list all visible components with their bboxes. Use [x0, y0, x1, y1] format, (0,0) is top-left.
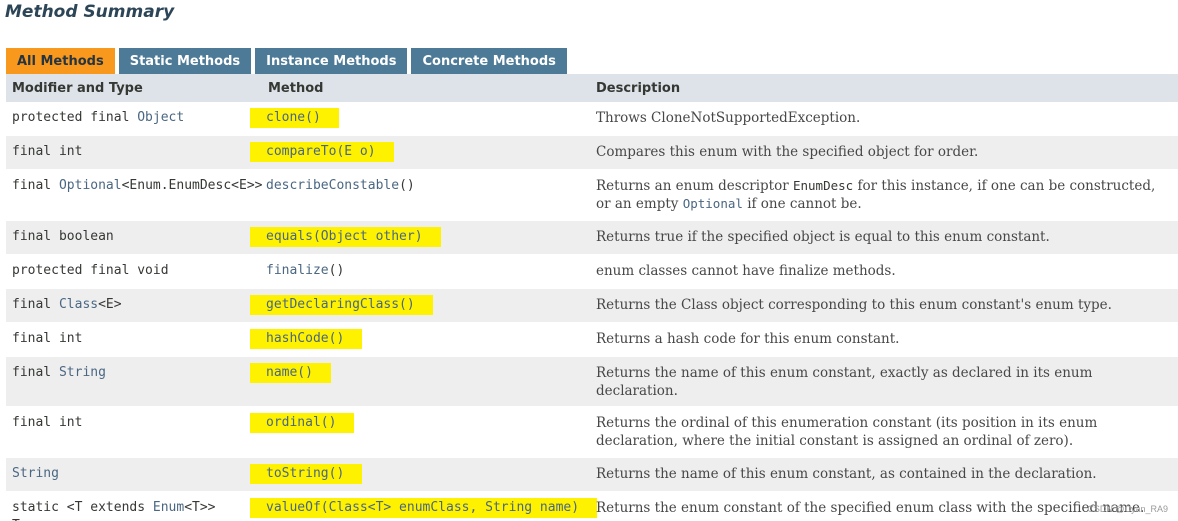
modifier-cell: final boolean — [6, 220, 262, 255]
section-title: Method Summary — [5, 2, 175, 22]
table-header-row: Modifier and Type Method Description — [6, 74, 1178, 102]
type-link[interactable]: String — [12, 466, 59, 481]
watermark: CSDN @Cyan_RA9 — [1087, 504, 1168, 514]
modifier-cell: protected final Object — [6, 102, 262, 136]
modifier-cell: String — [6, 457, 262, 492]
description-cell: Returns true if the specified object is … — [590, 220, 1178, 255]
modifier-cell: final int — [6, 322, 262, 357]
table-row: static <T extends Enum<T>>T valueOf(Clas… — [6, 491, 1178, 521]
description-text: Returns an enum descriptor — [596, 178, 793, 194]
table-row: String toString() Returns the name of th… — [6, 457, 1178, 492]
table-row: protected final void finalize() enum cla… — [6, 254, 1178, 289]
description-cell: Returns the Class object corresponding t… — [590, 288, 1178, 323]
table-row: final Optional<Enum.EnumDesc<E>> describ… — [6, 169, 1178, 221]
table-row: final int hashCode() Returns a hash code… — [6, 322, 1178, 357]
method-link-finalize[interactable]: finalize() — [250, 261, 362, 281]
modifier-generic: <Enum.EnumDesc<E>> — [121, 178, 263, 193]
type-link[interactable]: String — [59, 365, 106, 380]
modifier-generic: <T>> — [184, 500, 216, 515]
method-cell: finalize() — [262, 254, 590, 289]
modifier-cell: final Class<E> — [6, 288, 262, 323]
tab-concrete-methods[interactable]: Concrete Methods — [411, 48, 567, 74]
modifier-cell: static <T extends Enum<T>>T — [6, 491, 262, 521]
modifier-text: final — [12, 297, 59, 312]
tab-static-methods[interactable]: Static Methods — [118, 48, 252, 74]
method-cell: getDeclaringClass() — [250, 288, 590, 323]
table-row: final Class<E> getDeclaringClass() Retur… — [6, 288, 1178, 323]
method-link-tostring[interactable]: toString() — [250, 464, 363, 484]
modifier-text: static <T extends — [12, 500, 153, 515]
modifier-cell: final String — [6, 356, 262, 407]
description-cell: Compares this enum with the specified ob… — [590, 135, 1178, 170]
modifier-text: final — [12, 365, 59, 380]
description-cell: enum classes cannot have finalize method… — [590, 254, 1178, 289]
column-header-modifier: Modifier and Type — [6, 74, 262, 102]
method-cell: compareTo(E o) — [250, 135, 590, 170]
modifier-text: final int — [12, 331, 83, 346]
description-cell: Returns an enum descriptor EnumDesc for … — [590, 169, 1178, 221]
description-text: if one cannot be. — [742, 196, 862, 212]
modifier-text: final boolean — [12, 229, 114, 244]
type-link[interactable]: Class — [59, 297, 98, 312]
column-header-method: Method — [262, 74, 590, 102]
method-link-equals[interactable]: equals(Object other) — [250, 227, 441, 247]
method-filter-tabs: All Methods Static Methods Instance Meth… — [6, 48, 567, 74]
method-cell: hashCode() — [250, 322, 590, 357]
type-link[interactable]: Enum — [153, 500, 184, 515]
method-cell: clone() — [250, 102, 590, 136]
table-row: final int compareTo(E o) Compares this e… — [6, 135, 1178, 170]
table-row: final String name() Returns the name of … — [6, 356, 1178, 407]
method-link-ordinal[interactable]: ordinal() — [250, 413, 355, 433]
description-cell: Returns the ordinal of this enumeration … — [590, 406, 1178, 458]
description-cell: Returns a hash code for this enum consta… — [590, 322, 1178, 357]
table-row: final boolean equals(Object other) Retur… — [6, 220, 1178, 255]
tab-instance-methods[interactable]: Instance Methods — [255, 48, 408, 74]
modifier-generic: <E> — [98, 297, 122, 312]
method-cell: name() — [250, 356, 590, 407]
method-summary-table: Modifier and Type Method Description pro… — [6, 74, 1178, 521]
modifier-cell: final Optional<Enum.EnumDesc<E>> — [6, 169, 263, 221]
modifier-text: protected final void — [12, 263, 169, 278]
method-link-describeconstable[interactable]: describeConstable() — [250, 176, 433, 196]
method-cell: toString() — [250, 457, 590, 492]
tab-all-methods[interactable]: All Methods — [6, 48, 115, 74]
modifier-text: final int — [12, 415, 83, 430]
modifier-text: final int — [12, 144, 83, 159]
column-header-description: Description — [590, 74, 1178, 102]
method-cell: ordinal() — [250, 406, 590, 458]
method-args: () — [328, 263, 345, 278]
method-link-hashcode[interactable]: hashCode() — [250, 329, 363, 349]
method-link-name[interactable]: name() — [250, 363, 331, 383]
code-optional-link[interactable]: Optional — [683, 196, 743, 211]
description-cell: Returns the name of this enum constant, … — [590, 457, 1178, 492]
method-cell: describeConstable() — [262, 169, 590, 221]
table-row: protected final Object clone() Throws Cl… — [6, 102, 1178, 136]
description-cell: Throws CloneNotSupportedException. — [590, 102, 1178, 136]
code-enumdesc: EnumDesc — [792, 178, 854, 193]
method-link-compareto[interactable]: compareTo(E o) — [250, 142, 394, 162]
modifier-cell: protected final void — [6, 254, 262, 289]
description-cell: Returns the name of this enum constant, … — [590, 356, 1178, 407]
table-row: final int ordinal() Returns the ordinal … — [6, 406, 1178, 458]
method-link-valueof[interactable]: valueOf(Class<T> enumClass, String name) — [250, 498, 598, 518]
method-cell: valueOf(Class<T> enumClass, String name) — [250, 491, 598, 521]
modifier-text: final — [12, 178, 59, 193]
method-link-getdeclaringclass[interactable]: getDeclaringClass() — [250, 295, 433, 315]
type-link[interactable]: Object — [137, 110, 184, 125]
method-link-clone[interactable]: clone() — [250, 108, 339, 128]
method-name[interactable]: finalize — [266, 263, 329, 278]
modifier-text: protected final — [12, 110, 138, 125]
modifier-cell: final int — [6, 135, 262, 170]
method-name[interactable]: describeConstable — [266, 178, 399, 193]
method-cell: equals(Object other) — [250, 220, 590, 255]
method-args: () — [399, 178, 415, 193]
type-link[interactable]: Optional — [59, 178, 122, 193]
modifier-cell: final int — [6, 406, 262, 458]
